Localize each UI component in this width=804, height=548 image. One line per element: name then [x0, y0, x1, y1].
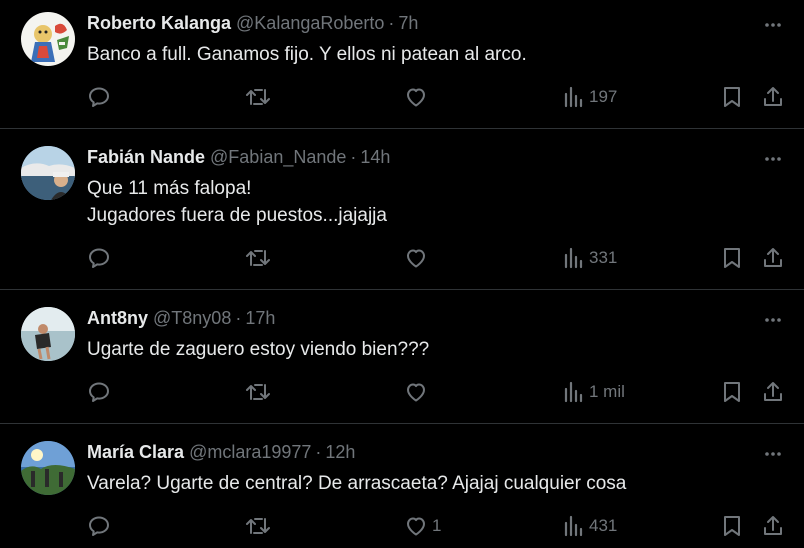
timestamp[interactable]: 12h — [325, 441, 355, 463]
share-icon — [764, 248, 782, 267]
heart-icon — [407, 517, 425, 536]
retweet-icon — [246, 518, 270, 534]
more-options-icon[interactable] — [762, 14, 784, 36]
retweet-button[interactable] — [245, 85, 271, 109]
share-button[interactable] — [761, 380, 785, 404]
like-button[interactable] — [404, 85, 432, 109]
tweet-actions: 1 431 — [0, 514, 804, 540]
reply-button[interactable] — [87, 380, 111, 404]
author-name[interactable]: Ant8ny — [87, 307, 148, 329]
author-handle[interactable]: @mclara19977 — [189, 441, 311, 463]
avatar[interactable] — [21, 146, 75, 200]
analytics-icon — [564, 515, 583, 537]
author-handle[interactable]: @KalangaRoberto — [236, 12, 384, 34]
view-count: 331 — [589, 248, 618, 267]
like-button[interactable] — [404, 380, 432, 404]
tweet-actions: 197 — [0, 85, 804, 111]
retweet-icon — [246, 89, 270, 105]
tweet-header: Ant8ny @T8ny08 · 17h — [87, 307, 275, 329]
tweet[interactable]: Fabián Nande @Fabian_Nande · 14h Que 11 … — [0, 129, 804, 290]
author-handle[interactable]: @T8ny08 — [153, 307, 231, 329]
tweet-text: Que 11 más falopa! Jugadores fuera de pu… — [87, 178, 387, 226]
share-button[interactable] — [761, 246, 785, 270]
separator: · — [315, 442, 322, 462]
tweet-actions: 331 — [0, 246, 804, 272]
author-name[interactable]: Fabián Nande — [87, 146, 205, 168]
avatar[interactable] — [21, 307, 75, 361]
view-count: 197 — [589, 87, 618, 106]
tweet[interactable]: María Clara @mclara19977 · 12h Varela? U… — [0, 424, 804, 548]
more-options-icon[interactable] — [762, 443, 784, 465]
more-options-icon[interactable] — [762, 148, 784, 170]
tweet[interactable]: Roberto Kalanga @KalangaRoberto · 7h Ban… — [0, 0, 804, 129]
heart-icon — [407, 249, 425, 268]
avatar[interactable] — [21, 441, 75, 495]
reply-icon — [89, 382, 109, 402]
views-button[interactable]: 431 — [563, 514, 617, 538]
heart-icon — [407, 383, 425, 402]
tweet-text: Ugarte de zaguero estoy viendo bien??? — [87, 339, 430, 360]
timestamp[interactable]: 17h — [245, 307, 275, 329]
tweet-text: Varela? Ugarte de central? De arrascaeta… — [87, 473, 627, 494]
tweet-header: Fabián Nande @Fabian_Nande · 14h — [87, 146, 390, 168]
bookmark-icon — [724, 248, 740, 268]
heart-icon — [407, 88, 425, 107]
share-button[interactable] — [761, 514, 785, 538]
view-count: 1 mil — [589, 382, 625, 401]
retweet-icon — [246, 250, 270, 266]
reply-feed: Roberto Kalanga @KalangaRoberto · 7h Ban… — [0, 0, 804, 548]
share-button[interactable] — [761, 85, 785, 109]
tweet-header: María Clara @mclara19977 · 12h — [87, 441, 355, 463]
bookmark-icon — [724, 87, 740, 107]
separator: · — [388, 13, 395, 33]
bookmark-button[interactable] — [721, 246, 743, 270]
retweet-button[interactable] — [245, 380, 271, 404]
separator: · — [235, 308, 242, 328]
like-button[interactable]: 1 — [404, 514, 441, 538]
author-name[interactable]: Roberto Kalanga — [87, 12, 231, 34]
bookmark-icon — [724, 516, 740, 536]
reply-icon — [89, 248, 109, 268]
retweet-button[interactable] — [245, 246, 271, 270]
reply-button[interactable] — [87, 85, 111, 109]
reply-icon — [89, 516, 109, 536]
views-button[interactable]: 331 — [563, 246, 617, 270]
timestamp[interactable]: 7h — [398, 12, 418, 34]
share-icon — [764, 516, 782, 535]
bookmark-button[interactable] — [721, 380, 743, 404]
tweet-text: Banco a full. Ganamos fijo. Y ellos ni p… — [87, 44, 527, 65]
tweet[interactable]: Ant8ny @T8ny08 · 17h Ugarte de zaguero e… — [0, 290, 804, 424]
author-name[interactable]: María Clara — [87, 441, 184, 463]
analytics-icon — [564, 247, 583, 269]
author-handle[interactable]: @Fabian_Nande — [210, 146, 346, 168]
separator: · — [350, 147, 357, 167]
bookmark-icon — [724, 382, 740, 402]
analytics-icon — [564, 86, 583, 108]
reply-icon — [89, 87, 109, 107]
like-button[interactable] — [404, 246, 432, 270]
views-button[interactable]: 1 mil — [563, 380, 625, 404]
views-button[interactable]: 197 — [563, 85, 617, 109]
share-icon — [764, 382, 782, 401]
retweet-icon — [246, 384, 270, 400]
timestamp[interactable]: 14h — [360, 146, 390, 168]
like-count: 1 — [432, 516, 442, 535]
retweet-button[interactable] — [245, 514, 271, 538]
tweet-actions: 1 mil — [0, 380, 804, 406]
bookmark-button[interactable] — [721, 85, 743, 109]
more-options-icon[interactable] — [762, 309, 784, 331]
reply-button[interactable] — [87, 246, 111, 270]
reply-button[interactable] — [87, 514, 111, 538]
bookmark-button[interactable] — [721, 514, 743, 538]
share-icon — [764, 87, 782, 106]
analytics-icon — [564, 381, 583, 403]
view-count: 431 — [589, 516, 618, 535]
tweet-header: Roberto Kalanga @KalangaRoberto · 7h — [87, 12, 418, 34]
avatar[interactable] — [21, 12, 75, 66]
